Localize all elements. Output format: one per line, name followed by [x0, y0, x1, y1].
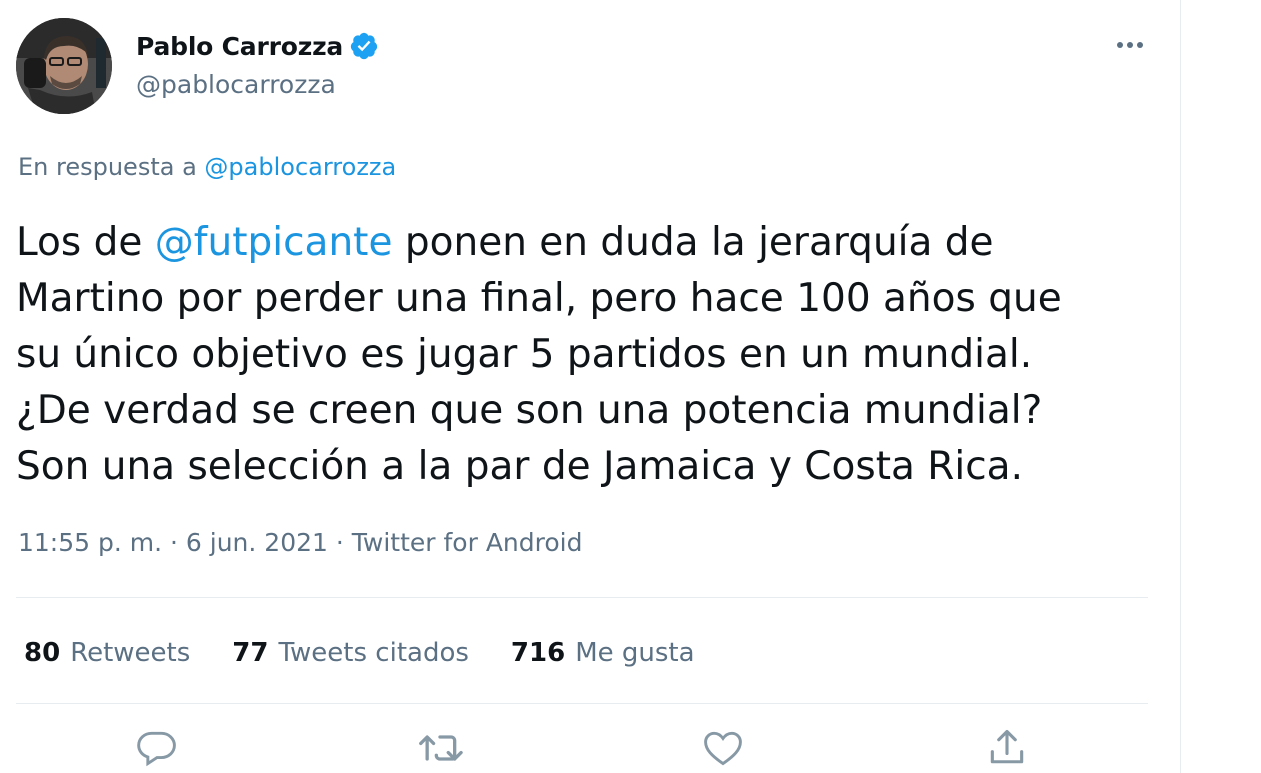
author-handle[interactable]: @pablocarrozza	[136, 70, 336, 99]
profile-photo-icon	[16, 18, 112, 114]
tweet-text-segment: Los de	[16, 220, 155, 265]
more-options-button[interactable]	[1110, 30, 1150, 60]
tweet-line: Martino por perder una final, pero hace …	[16, 276, 1062, 321]
divider	[16, 703, 1148, 704]
likes-label: Me gusta	[575, 638, 695, 668]
tweet-detail-page: Pablo Carrozza @pablocarrozza En respues…	[0, 0, 1261, 773]
tweet-line: Los de @futpicante ponen en duda la jera…	[16, 215, 1166, 271]
tweet-date-link[interactable]: 6 jun. 2021	[186, 528, 328, 557]
tweet-line: ¿De verdad se creen que son una potencia…	[16, 388, 1043, 433]
meta-separator: ·	[162, 528, 186, 557]
avatar[interactable]	[16, 18, 112, 114]
tweet-stats: 80 Retweets 77 Tweets citados 716 Me gus…	[24, 633, 737, 673]
tweet-line: su único objetivo es jugar 5 partidos en…	[16, 332, 1033, 377]
likes-stat[interactable]: 716 Me gusta	[511, 638, 695, 668]
like-button[interactable]	[698, 726, 748, 773]
tweet-line: Son una selección a la par de Jamaica y …	[16, 444, 1023, 489]
reply-context: En respuesta a @pablocarrozza	[18, 153, 396, 181]
tweet-actions-bar	[0, 726, 1180, 773]
more-dots-icon	[1117, 42, 1143, 48]
author-display-name[interactable]: Pablo Carrozza	[136, 32, 343, 61]
author-name-row[interactable]: Pablo Carrozza	[136, 28, 379, 64]
meta-separator: ·	[327, 528, 352, 557]
retweet-button[interactable]	[415, 726, 465, 773]
column-border	[1180, 0, 1181, 773]
retweets-stat[interactable]: 80 Retweets	[24, 638, 190, 668]
verified-badge-icon	[349, 31, 379, 61]
reply-button[interactable]	[132, 726, 182, 773]
retweet-icon	[419, 735, 463, 761]
retweets-count: 80	[24, 638, 61, 668]
quotes-label: Tweets citados	[278, 638, 469, 668]
tweet-text: Los de @futpicante ponen en duda la jera…	[16, 215, 1166, 495]
divider	[16, 597, 1148, 598]
quote-tweets-stat[interactable]: 77 Tweets citados	[232, 638, 469, 668]
likes-count: 716	[510, 638, 566, 668]
quotes-count: 77	[232, 638, 269, 668]
tweet-time-link[interactable]: 11:55 p. m.	[18, 528, 162, 557]
reply-prefix: En respuesta a	[18, 153, 197, 181]
retweets-label: Retweets	[70, 638, 191, 668]
reply-target-link[interactable]: @pablocarrozza	[204, 153, 396, 181]
mention-link[interactable]: @futpicante	[155, 220, 393, 265]
share-icon	[990, 729, 1024, 764]
tweet-source-link[interactable]: Twitter for Android	[352, 528, 583, 557]
share-button[interactable]	[982, 726, 1032, 773]
like-icon	[704, 731, 742, 766]
tweet-text-segment: ponen en duda la jerarquía de	[392, 220, 994, 265]
reply-icon	[137, 731, 176, 767]
tweet-meta: 11:55 p. m. · 6 jun. 2021 · Twitter for …	[18, 528, 582, 557]
